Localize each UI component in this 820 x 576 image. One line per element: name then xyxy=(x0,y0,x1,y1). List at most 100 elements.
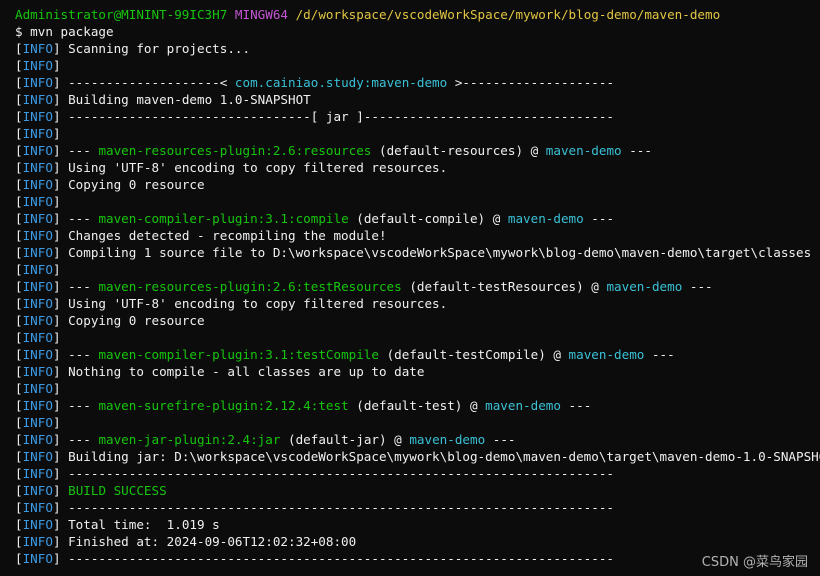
command-line: $ mvn package xyxy=(15,23,820,40)
line-segment: [ xyxy=(15,500,23,515)
output-line: [INFO] Changes detected - recompiling th… xyxy=(15,227,820,244)
line-segment: ] --------------------------------------… xyxy=(52,551,615,566)
line-segment: maven-surefire-plugin:2.12.4:test xyxy=(98,398,349,413)
line-segment: --- xyxy=(583,211,615,226)
info-tag: INFO xyxy=(22,296,53,311)
line-segment: [ xyxy=(15,228,23,243)
info-tag: INFO xyxy=(22,398,53,413)
line-segment: maven-demo xyxy=(409,432,486,447)
line-segment: maven-demo xyxy=(507,211,584,226)
line-segment: [ xyxy=(15,534,23,549)
line-segment xyxy=(288,7,296,22)
line-segment: [ xyxy=(15,58,23,73)
info-tag: INFO xyxy=(22,347,53,362)
line-segment: ] Changes detected - recompiling the mod… xyxy=(52,228,387,243)
line-segment: maven-jar-plugin:2.4:jar xyxy=(98,432,281,447)
output-line: [INFO] xyxy=(15,57,820,74)
line-segment: [ xyxy=(15,126,23,141)
line-segment: [ xyxy=(15,279,23,294)
line-segment: [ xyxy=(15,194,23,209)
line-segment: --- xyxy=(621,143,652,158)
line-segment: [ xyxy=(15,109,23,124)
info-tag: INFO xyxy=(22,177,53,192)
output-line: [INFO] Compiling 1 source file to D:\wor… xyxy=(15,244,820,261)
info-tag: INFO xyxy=(22,551,53,566)
info-tag: INFO xyxy=(22,381,53,396)
line-segment: (default-compile) @ xyxy=(348,211,508,226)
info-tag: INFO xyxy=(22,41,53,56)
line-segment: ] --- xyxy=(52,211,99,226)
line-segment: [ xyxy=(15,92,23,107)
info-tag: INFO xyxy=(22,449,53,464)
line-segment: [ xyxy=(15,381,23,396)
line-segment: ] Using 'UTF-8' encoding to copy filtere… xyxy=(52,160,448,175)
line-segment: maven-resources-plugin:2.6:testResources xyxy=(98,279,402,294)
output-line: [INFO] xyxy=(15,329,820,346)
line-segment: --- xyxy=(485,432,516,447)
info-tag: INFO xyxy=(22,211,53,226)
info-tag: INFO xyxy=(22,330,53,345)
terminal-output: Administrator@MININT-99IC3H7 MINGW64 /d/… xyxy=(15,6,820,567)
line-segment: maven-demo xyxy=(485,398,561,413)
output-line: [INFO] xyxy=(15,414,820,431)
line-segment: ] --- xyxy=(52,432,99,447)
info-tag: INFO xyxy=(22,58,53,73)
line-segment: ] --------------------------------[ jar … xyxy=(52,109,615,124)
line-segment: ] Copying 0 resource xyxy=(52,177,205,192)
line-segment: [ xyxy=(15,432,23,447)
output-line: [INFO] --- maven-resources-plugin:2.6:re… xyxy=(15,142,820,159)
line-segment: [ xyxy=(15,75,23,90)
output-line: [INFO] BUILD SUCCESS xyxy=(15,482,820,499)
output-line: [INFO] ---------------------------------… xyxy=(15,499,820,516)
line-segment: [ xyxy=(15,211,23,226)
output-line: [INFO] Copying 0 resource xyxy=(15,176,820,193)
info-tag: INFO xyxy=(22,92,53,107)
line-segment: ] Building maven-demo 1.0-SNAPSHOT xyxy=(52,92,311,107)
line-segment: [ xyxy=(15,449,23,464)
line-segment: ] xyxy=(52,126,61,141)
line-segment: $ mvn package xyxy=(15,24,114,39)
line-segment: ] Copying 0 resource xyxy=(52,313,205,328)
output-line: [INFO] --- maven-surefire-plugin:2.12.4:… xyxy=(15,397,820,414)
line-segment: [ xyxy=(15,483,23,498)
output-line: [INFO] Nothing to compile - all classes … xyxy=(15,363,820,380)
info-tag: INFO xyxy=(22,228,53,243)
terminal-window[interactable]: Administrator@MININT-99IC3H7 MINGW64 /d/… xyxy=(0,0,820,576)
output-line: [INFO] ---------------------------------… xyxy=(15,465,820,482)
line-segment: MINGW64 xyxy=(234,7,288,22)
line-segment: ] Finished at: 2024-09-06T12:02:32+08:00 xyxy=(52,534,357,549)
info-tag: INFO xyxy=(22,534,53,549)
output-line: [INFO] --- maven-resources-plugin:2.6:te… xyxy=(15,278,820,295)
line-segment: com.cainiao.study:maven-demo xyxy=(234,75,448,90)
line-segment: --- xyxy=(560,398,592,413)
line-segment: [ xyxy=(15,313,23,328)
line-segment: ] xyxy=(52,194,61,209)
output-line: [INFO] xyxy=(15,193,820,210)
info-tag: INFO xyxy=(22,126,53,141)
output-line: [INFO] --- maven-compiler-plugin:3.1:tes… xyxy=(15,346,820,363)
info-tag: INFO xyxy=(22,517,53,532)
info-tag: INFO xyxy=(22,262,53,277)
line-segment: [ xyxy=(15,41,23,56)
info-tag: INFO xyxy=(22,109,53,124)
line-segment: ] --------------------------------------… xyxy=(52,500,615,515)
output-line: [INFO] xyxy=(15,380,820,397)
info-tag: INFO xyxy=(22,245,53,260)
line-segment: [ xyxy=(15,347,23,362)
line-segment: ] xyxy=(52,415,61,430)
line-segment: [ xyxy=(15,177,23,192)
line-segment: [ xyxy=(15,330,23,345)
line-segment: ] --- xyxy=(52,143,99,158)
line-segment: (default-resources) @ xyxy=(371,143,546,158)
line-segment: (default-testCompile) @ xyxy=(378,347,569,362)
line-segment: ] xyxy=(52,262,61,277)
output-line: [INFO] xyxy=(15,261,820,278)
output-line: [INFO] Copying 0 resource xyxy=(15,312,820,329)
output-line: [INFO] Building jar: D:\workspace\vscode… xyxy=(15,448,820,465)
line-segment: maven-demo xyxy=(545,143,622,158)
line-segment: /d/workspace/vscodeWorkSpace/mywork/blog… xyxy=(295,7,721,22)
line-segment: BUILD SUCCESS xyxy=(68,483,167,498)
line-segment: ] xyxy=(52,58,61,73)
info-tag: INFO xyxy=(22,143,53,158)
prompt-header-line: Administrator@MININT-99IC3H7 MINGW64 /d/… xyxy=(15,6,820,23)
